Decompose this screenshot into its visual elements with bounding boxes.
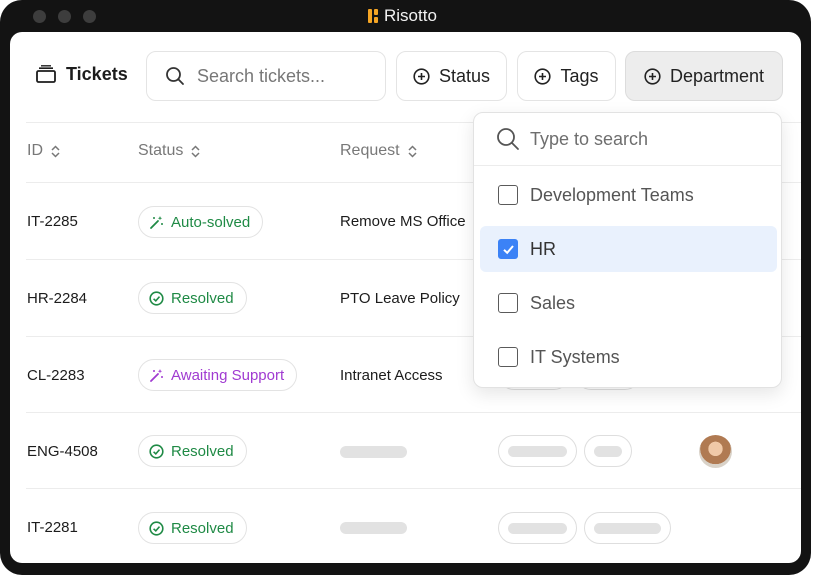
column-header-label: ID bbox=[27, 142, 43, 159]
department-dropdown: Development Teams HR Sales IT Systems bbox=[473, 112, 782, 388]
tickets-label: Tickets bbox=[66, 63, 128, 84]
row-divider bbox=[26, 488, 801, 489]
tag-chip-placeholder bbox=[584, 435, 632, 467]
assignee-avatar[interactable] bbox=[699, 435, 732, 468]
checkbox[interactable] bbox=[498, 185, 518, 205]
option-label: IT Systems bbox=[530, 346, 620, 367]
department-option-it-systems[interactable]: IT Systems bbox=[480, 334, 777, 380]
column-header-status[interactable]: Status bbox=[138, 142, 200, 160]
request-title: Remove MS Office bbox=[340, 213, 466, 230]
request-title: PTO Leave Policy bbox=[340, 290, 460, 307]
search-icon bbox=[166, 67, 184, 85]
app-window: Tickets Status Tags bbox=[10, 32, 801, 563]
app-name: Risotto bbox=[384, 6, 437, 25]
tag-chip-placeholder bbox=[584, 512, 671, 544]
plus-circle-icon bbox=[413, 67, 430, 85]
ticket-search-input[interactable] bbox=[197, 65, 367, 87]
plus-circle-icon bbox=[644, 67, 661, 85]
ticket-search-box[interactable] bbox=[146, 51, 386, 101]
status-filter-label: Status bbox=[438, 65, 491, 86]
sort-icon bbox=[408, 144, 417, 158]
tag-chip-placeholder bbox=[498, 435, 577, 467]
request-title: Intranet Access bbox=[340, 367, 443, 384]
sort-icon bbox=[191, 144, 200, 158]
plus-circle-icon bbox=[534, 67, 552, 85]
department-option-hr[interactable]: HR bbox=[480, 226, 777, 272]
department-option-sales[interactable]: Sales bbox=[480, 280, 777, 326]
magic-wand-icon bbox=[150, 215, 163, 229]
checkbox[interactable] bbox=[498, 293, 518, 313]
checkmark-icon bbox=[502, 244, 514, 254]
department-filter-button[interactable]: Department bbox=[625, 51, 783, 101]
department-search-input[interactable] bbox=[530, 128, 770, 150]
tickets-stack-icon bbox=[36, 65, 56, 83]
tag-chip-placeholder bbox=[498, 512, 577, 544]
close-window-dot[interactable] bbox=[33, 10, 46, 23]
risotto-logo-icon bbox=[368, 9, 378, 23]
option-label: HR bbox=[530, 238, 556, 259]
checkbox[interactable] bbox=[498, 347, 518, 367]
status-text: Resolved bbox=[171, 289, 234, 307]
department-search-box[interactable] bbox=[474, 113, 781, 166]
status-text: Auto-solved bbox=[171, 213, 251, 231]
tags-filter-button[interactable]: Tags bbox=[517, 51, 616, 101]
request-skeleton bbox=[340, 522, 407, 534]
tags-filter-label: Tags bbox=[560, 65, 599, 86]
status-badge: Resolved bbox=[138, 282, 247, 314]
department-option-development-teams[interactable]: Development Teams bbox=[480, 172, 777, 218]
request-skeleton bbox=[340, 446, 407, 458]
title-bar: Risotto bbox=[0, 0, 811, 32]
ticket-id: IT-2285 bbox=[27, 213, 78, 230]
checkbox-checked[interactable] bbox=[498, 239, 518, 259]
row-divider bbox=[26, 412, 801, 413]
status-badge: Auto-solved bbox=[138, 206, 264, 238]
ticket-id: IT-2281 bbox=[27, 519, 78, 536]
sort-icon bbox=[51, 144, 60, 158]
minimize-window-dot[interactable] bbox=[58, 10, 71, 23]
check-circle-icon bbox=[149, 290, 164, 306]
status-filter-button[interactable]: Status bbox=[396, 51, 507, 101]
status-text: Awaiting Support bbox=[171, 366, 285, 384]
tickets-heading: Tickets bbox=[36, 62, 128, 86]
status-text: Resolved bbox=[171, 519, 234, 537]
option-label: Development Teams bbox=[530, 184, 694, 205]
ticket-id: CL-2283 bbox=[27, 367, 85, 384]
option-label: Sales bbox=[530, 292, 576, 313]
check-circle-icon bbox=[149, 520, 164, 536]
status-badge: Awaiting Support bbox=[138, 359, 298, 391]
magic-wand-icon bbox=[150, 368, 163, 382]
maximize-window-dot[interactable] bbox=[83, 10, 96, 23]
search-icon bbox=[497, 128, 519, 150]
column-header-request[interactable]: Request bbox=[340, 142, 417, 160]
ticket-id: HR-2284 bbox=[27, 290, 88, 307]
status-badge: Resolved bbox=[138, 512, 247, 544]
department-filter-label: Department bbox=[669, 65, 765, 86]
column-header-id[interactable]: ID bbox=[27, 142, 60, 160]
ticket-id: ENG-4508 bbox=[27, 443, 98, 460]
status-badge: Resolved bbox=[138, 435, 247, 467]
column-header-label: Status bbox=[138, 142, 184, 159]
status-text: Resolved bbox=[171, 442, 234, 460]
app-title: Risotto bbox=[368, 6, 437, 26]
column-header-label: Request bbox=[340, 142, 400, 159]
check-circle-icon bbox=[149, 443, 164, 459]
window-frame: Risotto Tickets Status bbox=[0, 0, 811, 575]
